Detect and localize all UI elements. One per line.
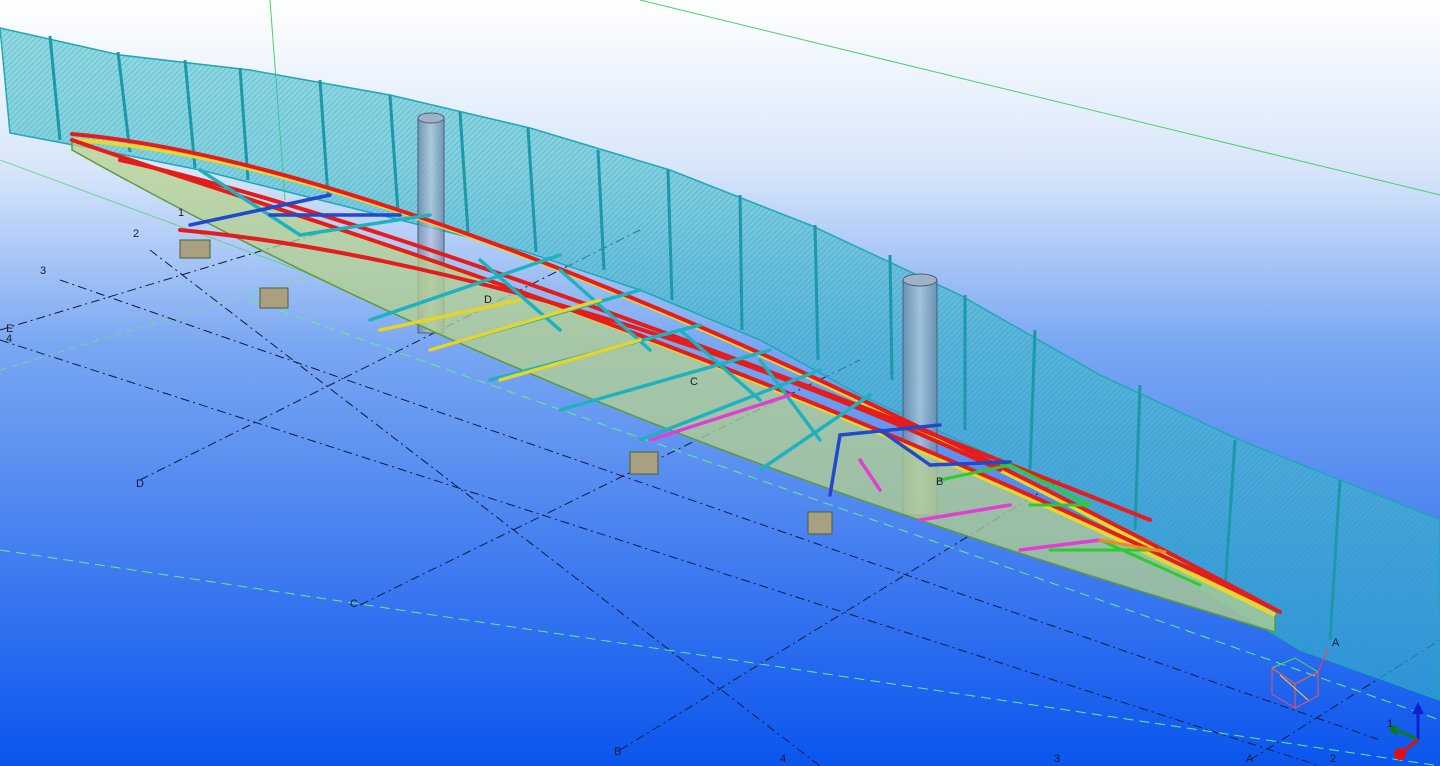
grid-label-3-b: 3 — [1054, 753, 1060, 765]
grid-label-1: 1 — [178, 207, 184, 219]
grid-label-3: 3 — [40, 265, 46, 277]
grid-label-D-2: D — [484, 294, 492, 306]
grid-label-A-2: A — [1332, 637, 1340, 649]
grid-label-C-2: C — [690, 376, 698, 388]
grid-label-D: D — [136, 478, 144, 490]
grid-label-4-b: 4 — [780, 753, 786, 765]
grid-label-A: A — [1246, 753, 1254, 765]
model-viewport[interactable]: 1 2 3 E 4 D D C C B B 4 3 A 2 1 A — [0, 0, 1440, 766]
grid-label-2-b: 2 — [1330, 753, 1336, 765]
grid-label-C: C — [350, 598, 358, 610]
grid-label-B: B — [614, 746, 621, 758]
grid-label-4: 4 — [6, 333, 12, 345]
grid-label-B-2: B — [936, 476, 943, 488]
grid-label-2: 2 — [133, 228, 139, 240]
3d-scene[interactable]: 1 2 3 E 4 D D C C B B 4 3 A 2 1 A — [0, 0, 1440, 766]
